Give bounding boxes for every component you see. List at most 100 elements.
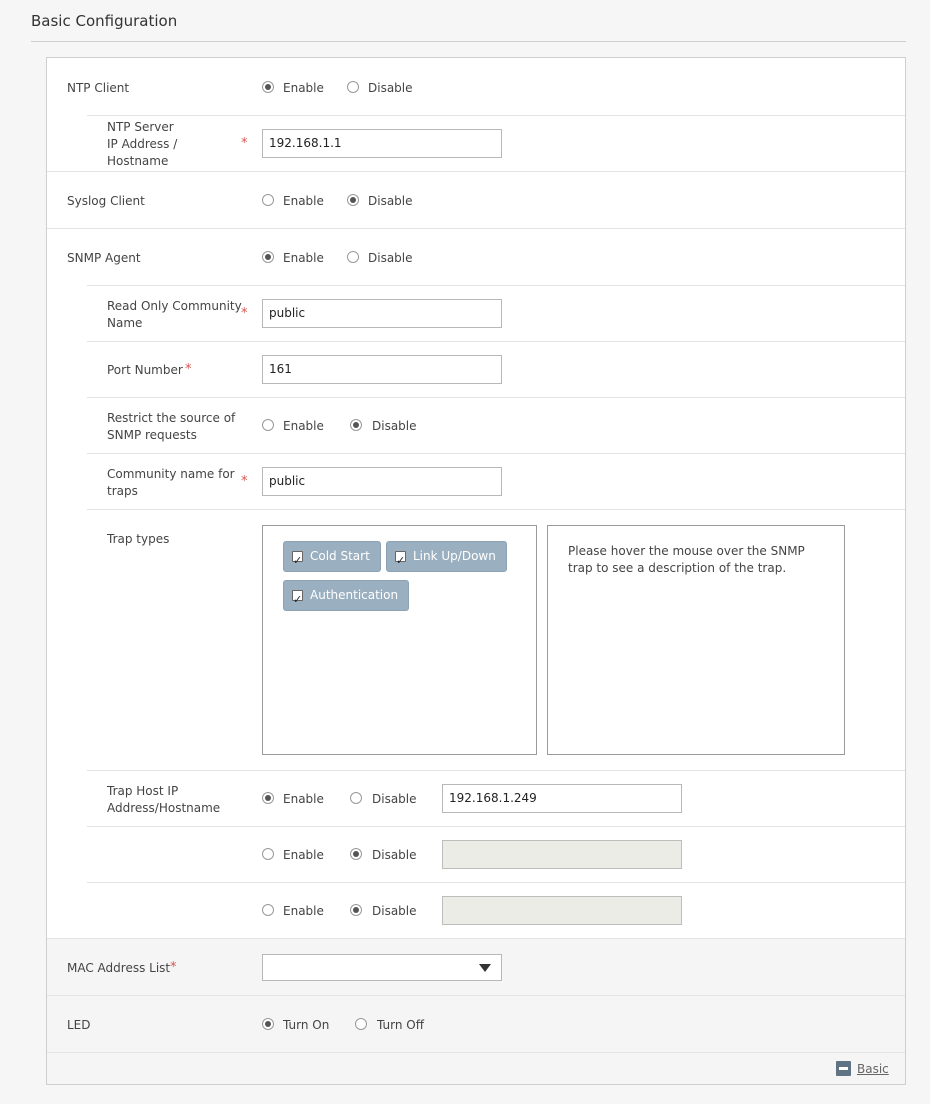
restrict-enable-label: Enable bbox=[283, 419, 324, 433]
syslog-disable-label: Disable bbox=[368, 194, 413, 208]
ntp-server-label-line: NTP Server bbox=[107, 120, 174, 134]
required-mark: * bbox=[170, 960, 177, 975]
required-mark: * bbox=[185, 362, 192, 377]
ro-community-label-line: Read Only Community bbox=[107, 299, 242, 313]
restrict-disable-radio[interactable] bbox=[350, 419, 362, 431]
divider bbox=[87, 397, 905, 398]
trap-chip-label: Cold Start bbox=[310, 549, 370, 563]
trap-chip-cold-start[interactable]: Cold Start bbox=[283, 541, 381, 575]
led-row bbox=[47, 995, 905, 1052]
ntp-client-label: NTP Client bbox=[67, 81, 130, 95]
divider bbox=[47, 995, 905, 996]
snmp-disable-radio[interactable] bbox=[347, 251, 359, 263]
trap-host-3-enable-radio[interactable] bbox=[262, 904, 274, 916]
collapse-icon[interactable] bbox=[836, 1061, 851, 1076]
ntp-server-label-line: Hostname bbox=[107, 154, 169, 168]
trap-host-1-input[interactable]: 192.168.1.249 bbox=[442, 784, 682, 813]
trap-host-1-enable-radio[interactable] bbox=[262, 792, 274, 804]
trap-description-text: Please hover the mouse over the SNMP tra… bbox=[568, 544, 805, 575]
mac-address-select[interactable] bbox=[262, 954, 502, 981]
trap-types-label: Trap types bbox=[107, 532, 170, 546]
checkbox-icon[interactable] bbox=[292, 546, 303, 575]
trap-community-input[interactable]: public bbox=[262, 467, 502, 496]
trap-types-list: Cold Start Link Up/Down Authentication bbox=[262, 525, 537, 755]
led-off-label: Turn Off bbox=[377, 1018, 424, 1032]
restrict-source-label: Restrict the source of SNMP requests bbox=[107, 410, 235, 444]
config-panel: NTP Client Enable Disable NTP Server IP … bbox=[46, 57, 906, 1085]
trap-host-2-disable-label: Disable bbox=[372, 848, 417, 862]
chevron-down-icon bbox=[479, 964, 491, 972]
trap-host-1-enable-label: Enable bbox=[283, 792, 324, 806]
trap-host-3-enable-label: Enable bbox=[283, 904, 324, 918]
divider bbox=[47, 938, 905, 939]
restrict-source-label-line: Restrict the source of bbox=[107, 411, 236, 425]
trap-community-label-line: traps bbox=[107, 484, 138, 498]
trap-host-label-line: Address/Hostname bbox=[107, 801, 221, 815]
required-mark: * bbox=[241, 136, 248, 151]
trap-community-label: Community name for traps bbox=[107, 466, 235, 500]
panel-footer bbox=[47, 1052, 905, 1084]
ntp-server-input[interactable]: 192.168.1.1 bbox=[262, 129, 502, 158]
snmp-enable-label: Enable bbox=[283, 251, 324, 265]
trap-chip-authentication[interactable]: Authentication bbox=[283, 580, 410, 614]
ro-community-label-line: Name bbox=[107, 316, 143, 330]
divider bbox=[87, 882, 905, 883]
divider bbox=[87, 826, 905, 827]
ro-community-input[interactable]: public bbox=[262, 299, 502, 328]
led-on-label: Turn On bbox=[283, 1018, 330, 1032]
divider bbox=[47, 228, 905, 229]
led-on-radio[interactable] bbox=[262, 1018, 274, 1030]
divider bbox=[87, 285, 905, 286]
trap-host-3-disable-label: Disable bbox=[372, 904, 417, 918]
led-off-radio[interactable] bbox=[355, 1018, 367, 1030]
ntp-server-label-line: IP Address / bbox=[107, 137, 178, 151]
snmp-enable-radio[interactable] bbox=[262, 251, 274, 263]
trap-host-2-disable-radio[interactable] bbox=[350, 848, 362, 860]
trap-community-label-line: Community name for bbox=[107, 467, 235, 481]
restrict-source-label-line: SNMP requests bbox=[107, 428, 197, 442]
led-label: LED bbox=[67, 1018, 91, 1032]
divider bbox=[87, 341, 905, 342]
checkbox-icon[interactable] bbox=[395, 546, 406, 575]
port-number-input[interactable]: 161 bbox=[262, 355, 502, 384]
ntp-server-label: NTP Server IP Address / Hostname bbox=[107, 119, 177, 170]
syslog-disable-radio[interactable] bbox=[347, 194, 359, 206]
trap-host-2-input[interactable] bbox=[442, 840, 682, 869]
trap-chip-label: Link Up/Down bbox=[413, 549, 496, 563]
snmp-disable-label: Disable bbox=[368, 251, 413, 265]
section-title: Basic Configuration bbox=[31, 12, 178, 30]
trap-host-2-enable-radio[interactable] bbox=[262, 848, 274, 860]
port-number-label: Port Number bbox=[107, 363, 183, 377]
ntp-disable-label: Disable bbox=[368, 81, 413, 95]
divider bbox=[87, 770, 905, 771]
ro-community-label: Read Only Community Name bbox=[107, 298, 242, 332]
syslog-enable-radio[interactable] bbox=[262, 194, 274, 206]
restrict-enable-radio[interactable] bbox=[262, 419, 274, 431]
trap-host-3-input[interactable] bbox=[442, 896, 682, 925]
required-mark: * bbox=[241, 474, 248, 489]
syslog-enable-label: Enable bbox=[283, 194, 324, 208]
divider bbox=[47, 171, 905, 172]
divider bbox=[47, 1052, 905, 1053]
trap-host-3-disable-radio[interactable] bbox=[350, 904, 362, 916]
trap-description-box: Please hover the mouse over the SNMP tra… bbox=[547, 525, 845, 755]
divider bbox=[87, 115, 905, 116]
divider bbox=[87, 509, 905, 510]
checkbox-icon[interactable] bbox=[292, 585, 303, 614]
divider bbox=[87, 453, 905, 454]
mac-address-list-label: MAC Address List bbox=[67, 961, 171, 975]
trap-host-label-line: Trap Host IP bbox=[107, 784, 179, 798]
snmp-agent-label: SNMP Agent bbox=[67, 251, 141, 265]
title-divider bbox=[31, 41, 906, 42]
basic-toggle-link[interactable]: Basic bbox=[857, 1062, 889, 1076]
trap-host-label: Trap Host IP Address/Hostname bbox=[107, 783, 220, 817]
ntp-disable-radio[interactable] bbox=[347, 81, 359, 93]
restrict-disable-label: Disable bbox=[372, 419, 417, 433]
trap-host-1-disable-label: Disable bbox=[372, 792, 417, 806]
trap-host-1-disable-radio[interactable] bbox=[350, 792, 362, 804]
trap-chip-link-up-down[interactable]: Link Up/Down bbox=[386, 541, 507, 575]
required-mark: * bbox=[241, 306, 248, 321]
ntp-enable-radio[interactable] bbox=[262, 81, 274, 93]
trap-chip-label: Authentication bbox=[310, 588, 399, 602]
trap-host-2-enable-label: Enable bbox=[283, 848, 324, 862]
